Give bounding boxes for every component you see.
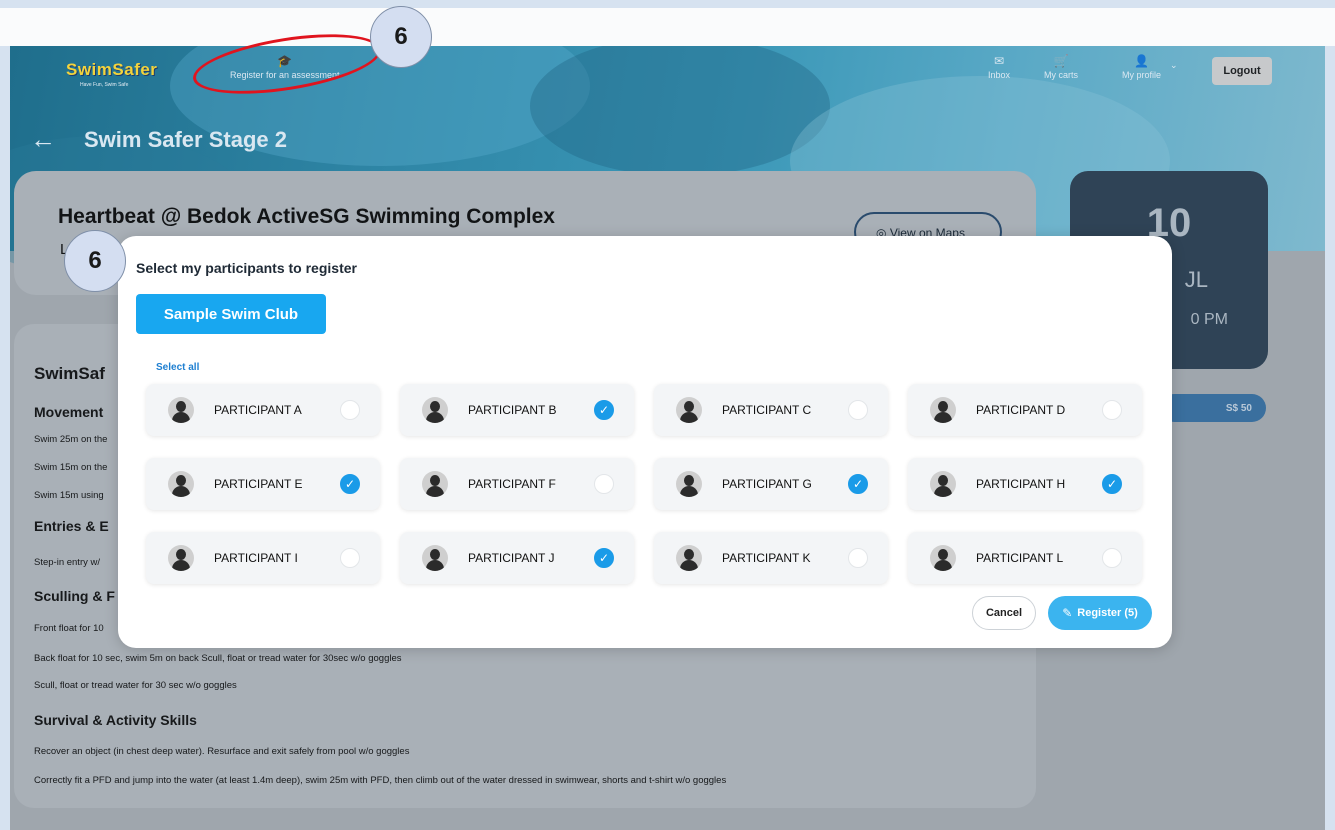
participant-card[interactable]: PARTICIPANT B ✓ [400, 384, 634, 436]
step-marker-modal: 6 [64, 230, 126, 292]
page-title: ← Swim Safer Stage 2 [30, 124, 287, 155]
participant-name: PARTICIPANT G [722, 477, 812, 491]
avatar-icon [930, 397, 956, 423]
skill-line: Step-in entry w/ [34, 557, 100, 568]
unchecked-checkbox[interactable] [1102, 548, 1122, 568]
step-marker-top: 6 [370, 6, 432, 68]
unchecked-checkbox[interactable] [340, 400, 360, 420]
nav-my-carts-label: My carts [1044, 70, 1079, 80]
club-tab-sample-swim-club[interactable]: Sample Swim Club [136, 294, 326, 334]
swimsafer-logo[interactable]: SwimSafer [66, 60, 157, 80]
participant-card[interactable]: PARTICIPANT F [400, 458, 634, 510]
user-icon: 👤 [1134, 54, 1149, 68]
participant-name: PARTICIPANT B [468, 403, 557, 417]
avatar-icon [168, 471, 194, 497]
register-button[interactable]: ✎ Register (5) [1048, 596, 1152, 630]
participant-card[interactable]: PARTICIPANT H ✓ [908, 458, 1142, 510]
unchecked-checkbox[interactable] [340, 548, 360, 568]
register-button-label: Register (5) [1077, 607, 1138, 619]
nav-my-profile[interactable]: 👤 My profile [1122, 54, 1161, 80]
checked-checkbox[interactable]: ✓ [848, 474, 868, 494]
register-edit-icon: ✎ [1062, 606, 1073, 620]
section-title: Sculling & F [34, 588, 115, 604]
checked-checkbox[interactable]: ✓ [340, 474, 360, 494]
participant-name: PARTICIPANT E [214, 477, 303, 491]
participant-card[interactable]: PARTICIPANT C [654, 384, 888, 436]
participant-name: PARTICIPANT J [468, 551, 555, 565]
participant-name: PARTICIPANT L [976, 551, 1064, 565]
participant-card[interactable]: PARTICIPANT K [654, 532, 888, 584]
checked-checkbox[interactable]: ✓ [594, 400, 614, 420]
select-all-link[interactable]: Select all [156, 362, 199, 373]
unchecked-checkbox[interactable] [594, 474, 614, 494]
skill-line: Recover an object (in chest deep water).… [34, 746, 410, 757]
participant-name: PARTICIPANT C [722, 403, 812, 417]
avatar-icon [422, 471, 448, 497]
unchecked-checkbox[interactable] [848, 548, 868, 568]
participants-modal: Select my participants to register Sampl… [118, 236, 1172, 648]
top-strip [0, 0, 1335, 46]
nav-my-profile-label: My profile [1122, 70, 1162, 80]
participant-card[interactable]: PARTICIPANT D [908, 384, 1142, 436]
avatar-icon [422, 397, 448, 423]
nav-inbox[interactable]: ✉ Inbox [988, 54, 1010, 80]
skill-line: Swim 15m on the [34, 462, 108, 473]
participant-card[interactable]: PARTICIPANT L [908, 532, 1142, 584]
cancel-button[interactable]: Cancel [972, 596, 1036, 630]
price-bar[interactable]: S$ 50 [1160, 394, 1266, 422]
date-month: JL [1184, 267, 1208, 292]
avatar-icon [930, 471, 956, 497]
price-value: S$ 50 [1225, 402, 1252, 414]
unchecked-checkbox[interactable] [848, 400, 868, 420]
date-time: 0 PM [1190, 311, 1228, 328]
avatar-icon [422, 545, 448, 571]
profile-chevron-down-icon[interactable]: ⌄ [1170, 60, 1178, 71]
avatar-icon [930, 545, 956, 571]
modal-title: Select my participants to register [136, 260, 357, 276]
skill-line: Front float for 10 [34, 623, 104, 634]
participant-card[interactable]: PARTICIPANT I [146, 532, 380, 584]
avatar-icon [676, 471, 702, 497]
skill-line: Correctly fit a PFD and jump into the wa… [34, 775, 727, 786]
participant-name: PARTICIPANT F [468, 477, 556, 491]
logo-tagline: Have Fun, Swim Safe [80, 82, 129, 88]
inbox-icon: ✉ [993, 54, 1005, 68]
avatar-icon [676, 397, 702, 423]
avatar-icon [676, 545, 702, 571]
back-arrow-icon[interactable]: ← [30, 124, 56, 155]
checked-checkbox[interactable]: ✓ [1102, 474, 1122, 494]
participant-card[interactable]: PARTICIPANT A [146, 384, 380, 436]
section-title: Entries & E [34, 518, 109, 534]
nav-inbox-label: Inbox [988, 70, 1011, 80]
participant-name: PARTICIPANT K [722, 551, 811, 565]
participant-name: PARTICIPANT A [214, 403, 302, 417]
skill-line: Swim 15m using [34, 490, 104, 501]
participant-card[interactable]: PARTICIPANT E ✓ [146, 458, 380, 510]
skill-line: Scull, float or tread water for 30 sec w… [34, 680, 237, 691]
checked-checkbox[interactable]: ✓ [594, 548, 614, 568]
section-title: Movement [34, 404, 104, 420]
participant-card[interactable]: PARTICIPANT J ✓ [400, 532, 634, 584]
venue-name: Heartbeat @ Bedok ActiveSG Swimming Comp… [58, 205, 555, 228]
page-title-text: Swim Safer Stage 2 [84, 126, 287, 152]
cart-icon: 🛒 [1053, 54, 1069, 68]
skills-heading: SwimSaf [34, 364, 105, 383]
skill-line: Swim 25m on the [34, 434, 108, 445]
skill-line: Back float for 10 sec, swim 5m on back S… [34, 653, 402, 664]
nav-my-carts[interactable]: 🛒 My carts [1044, 54, 1078, 80]
section-title: Survival & Activity Skills [34, 712, 197, 728]
logout-button[interactable]: Logout [1212, 57, 1272, 85]
participant-name: PARTICIPANT H [976, 477, 1066, 491]
participant-name: PARTICIPANT D [976, 403, 1066, 417]
avatar-icon [168, 397, 194, 423]
participant-card[interactable]: PARTICIPANT G ✓ [654, 458, 888, 510]
unchecked-checkbox[interactable] [1102, 400, 1122, 420]
participant-name: PARTICIPANT I [214, 551, 298, 565]
avatar-icon [168, 545, 194, 571]
